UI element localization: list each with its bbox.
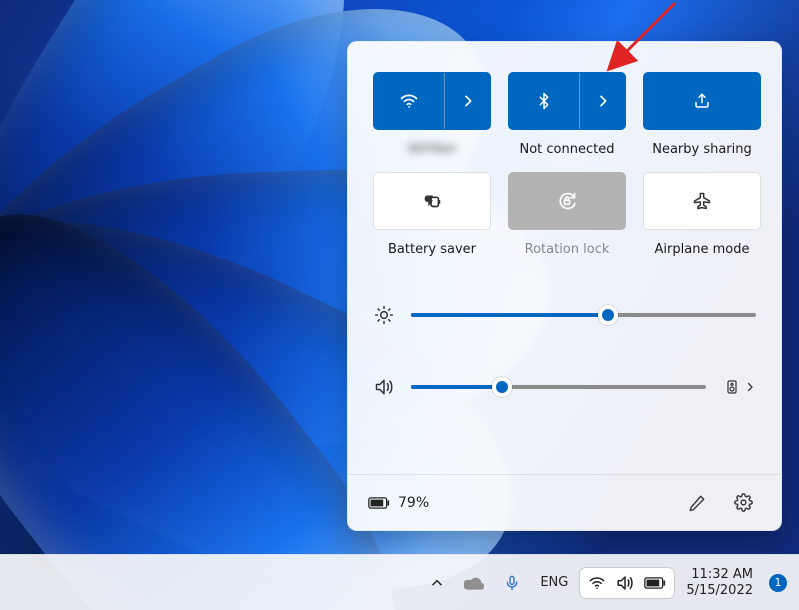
share-icon bbox=[693, 92, 711, 110]
battery-percent: 79% bbox=[398, 495, 429, 511]
settings-button[interactable] bbox=[725, 485, 761, 521]
nearby-sharing-label: Nearby sharing bbox=[652, 142, 752, 157]
clock-time: 11:32 AM bbox=[686, 567, 753, 583]
airplane-mode-label: Airplane mode bbox=[655, 242, 750, 257]
tray-overflow-button[interactable] bbox=[422, 570, 452, 596]
volume-icon bbox=[373, 377, 395, 397]
battery-saver-tile[interactable] bbox=[373, 172, 491, 230]
clock-date: 5/15/2022 bbox=[686, 583, 753, 599]
wifi-icon bbox=[399, 91, 419, 111]
rotation-lock-label: Rotation lock bbox=[525, 242, 610, 257]
chevron-right-icon bbox=[744, 381, 756, 393]
bluetooth-icon bbox=[535, 92, 553, 110]
battery-footer-icon[interactable]: 79% bbox=[368, 495, 429, 511]
onedrive-tray-icon[interactable] bbox=[456, 570, 492, 596]
volume-tray-icon bbox=[616, 574, 634, 592]
brightness-icon bbox=[373, 305, 395, 325]
bluetooth-label: Not connected bbox=[520, 142, 615, 157]
chevron-right-icon bbox=[595, 93, 611, 109]
wifi-tile[interactable] bbox=[373, 72, 491, 130]
nearby-sharing-tile[interactable] bbox=[643, 72, 761, 130]
wifi-label: WiFiNet bbox=[407, 142, 456, 157]
system-tray-cluster[interactable] bbox=[580, 568, 674, 598]
clock-tray[interactable]: 11:32 AM 5/15/2022 bbox=[678, 561, 761, 604]
chevron-right-icon bbox=[460, 93, 476, 109]
rotation-lock-icon bbox=[557, 191, 577, 211]
volume-slider[interactable] bbox=[411, 385, 706, 389]
bluetooth-tile[interactable] bbox=[508, 72, 626, 130]
edit-quick-settings-button[interactable] bbox=[679, 485, 715, 521]
battery-tray-icon bbox=[644, 576, 666, 590]
audio-output-button[interactable] bbox=[722, 375, 742, 399]
quick-settings-footer: 79% bbox=[348, 474, 781, 530]
notification-badge[interactable]: 1 bbox=[769, 574, 787, 592]
volume-row bbox=[373, 375, 756, 399]
microphone-tray-icon[interactable] bbox=[496, 567, 528, 599]
taskbar: ENG 11:32 AM 5/15/2022 1 bbox=[0, 554, 799, 610]
wifi-expand-button[interactable] bbox=[444, 73, 490, 129]
quick-settings-panel: WiFiNet Not connected bbox=[347, 41, 782, 531]
battery-saver-icon bbox=[421, 190, 443, 212]
quick-settings-tiles: WiFiNet Not connected bbox=[373, 72, 756, 257]
airplane-mode-tile[interactable] bbox=[643, 172, 761, 230]
bluetooth-expand-button[interactable] bbox=[579, 73, 625, 129]
rotation-lock-tile bbox=[508, 172, 626, 230]
brightness-row bbox=[373, 305, 756, 325]
language-tray-button[interactable]: ENG bbox=[532, 569, 576, 596]
language-label: ENG bbox=[540, 575, 568, 590]
brightness-slider[interactable] bbox=[411, 313, 756, 317]
airplane-icon bbox=[692, 191, 712, 211]
wifi-tray-icon bbox=[588, 574, 606, 592]
battery-saver-label: Battery saver bbox=[388, 242, 476, 257]
